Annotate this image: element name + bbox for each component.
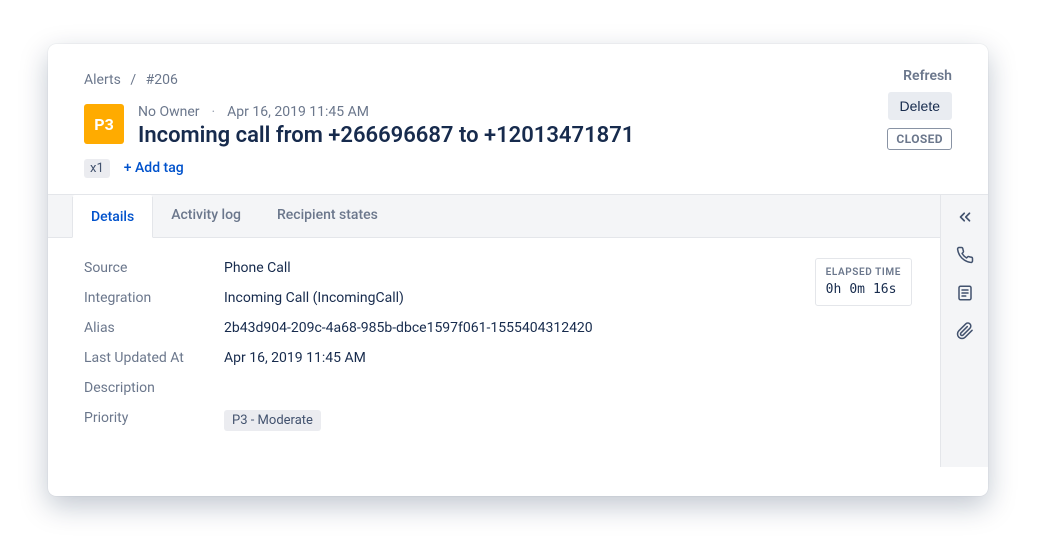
- phone-icon[interactable]: [955, 245, 975, 265]
- field-label: Priority: [84, 410, 224, 431]
- delete-button[interactable]: Delete: [888, 92, 952, 120]
- elapsed-label: ELAPSED TIME: [826, 267, 901, 278]
- field-value: Phone Call: [224, 260, 291, 276]
- field-label: Source: [84, 260, 224, 276]
- field-source: Source Phone Call: [84, 260, 904, 276]
- field-value: Apr 16, 2019 11:45 AM: [224, 350, 366, 366]
- alert-detail-card: Alerts / #206 Refresh Delete CLOSED P3 N…: [48, 44, 988, 496]
- field-value: P3 - Moderate: [224, 410, 321, 431]
- field-alias: Alias 2b43d904-209c-4a68-985b-dbce1597f0…: [84, 320, 904, 336]
- field-value: 2b43d904-209c-4a68-985b-dbce1597f061-155…: [224, 320, 593, 336]
- status-badge: CLOSED: [887, 128, 952, 150]
- field-integration: Integration Incoming Call (IncomingCall): [84, 290, 904, 306]
- header-actions: Refresh Delete CLOSED: [887, 68, 952, 150]
- breadcrumb-id[interactable]: #206: [146, 72, 178, 88]
- breadcrumb: Alerts / #206: [84, 72, 952, 88]
- field-description: Description: [84, 380, 904, 396]
- body-area: Details Activity log Recipient states EL…: [48, 194, 988, 467]
- add-tag-link[interactable]: + Add tag: [124, 160, 184, 176]
- collapse-icon[interactable]: [955, 207, 975, 227]
- meta-row: No Owner · Apr 16, 2019 11:45 AM: [138, 104, 952, 120]
- side-rail: [940, 195, 988, 467]
- field-label: Integration: [84, 290, 224, 306]
- breadcrumb-separator: /: [130, 72, 136, 88]
- attachment-icon[interactable]: [955, 321, 975, 341]
- details-panel: ELAPSED TIME 0h 0m 16s Source Phone Call…: [48, 238, 940, 467]
- main-column: Details Activity log Recipient states EL…: [48, 195, 940, 467]
- refresh-button[interactable]: Refresh: [903, 68, 952, 84]
- count-badge: x1: [84, 159, 110, 178]
- field-label: Description: [84, 380, 224, 396]
- meta-separator: ·: [212, 104, 216, 120]
- elapsed-seconds: 16s: [873, 282, 896, 297]
- priority-pill: P3 - Moderate: [224, 410, 321, 431]
- count-add-row: x1 + Add tag: [84, 159, 952, 178]
- header-section: Alerts / #206 Refresh Delete CLOSED P3 N…: [48, 44, 988, 194]
- field-last-updated: Last Updated At Apr 16, 2019 11:45 AM: [84, 350, 904, 366]
- priority-chip: P3: [84, 104, 124, 144]
- owner-label: No Owner: [138, 104, 200, 120]
- elapsed-minutes: 0m: [849, 282, 865, 297]
- tab-bar: Details Activity log Recipient states: [48, 195, 940, 238]
- field-value: Incoming Call (IncomingCall): [224, 290, 404, 306]
- field-label: Last Updated At: [84, 350, 224, 366]
- breadcrumb-root[interactable]: Alerts: [84, 72, 121, 88]
- elapsed-value: 0h 0m 16s: [826, 282, 901, 297]
- document-icon[interactable]: [955, 283, 975, 303]
- tab-recipient-states[interactable]: Recipient states: [259, 195, 396, 237]
- timestamp-label: Apr 16, 2019 11:45 AM: [227, 104, 369, 120]
- alert-title: Incoming call from +266696687 to +120134…: [138, 122, 952, 151]
- tab-activity-log[interactable]: Activity log: [153, 195, 259, 237]
- field-priority: Priority P3 - Moderate: [84, 410, 904, 431]
- title-row: P3 No Owner · Apr 16, 2019 11:45 AM Inco…: [84, 104, 952, 151]
- field-label: Alias: [84, 320, 224, 336]
- tab-details[interactable]: Details: [72, 195, 153, 238]
- elapsed-hours: 0h: [826, 282, 842, 297]
- title-stack: No Owner · Apr 16, 2019 11:45 AM Incomin…: [138, 104, 952, 151]
- elapsed-time-box: ELAPSED TIME 0h 0m 16s: [815, 258, 912, 306]
